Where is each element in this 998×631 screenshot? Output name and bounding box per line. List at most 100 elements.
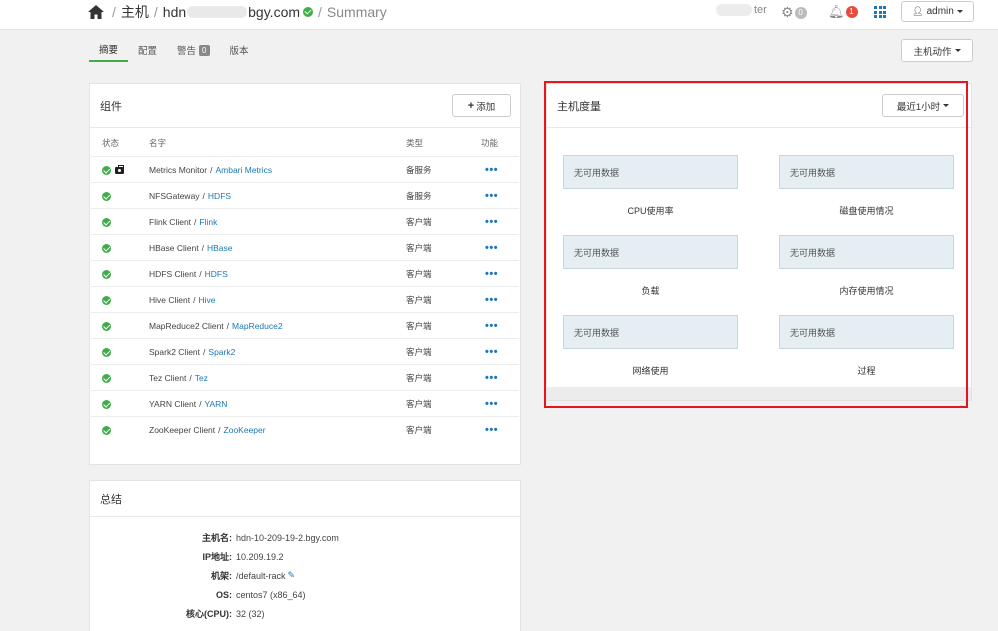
maintenance-briefcase-icon [115, 164, 124, 174]
table-row: YARN Client / YARN 客户端 ••• [91, 390, 519, 416]
no-data-text: 无可用数据 [574, 327, 620, 338]
tab-alerts[interactable]: 警告 0 [167, 40, 219, 62]
slash: / [202, 191, 205, 201]
service-link[interactable]: ZooKeeper [224, 425, 266, 435]
component-type: 客户端 [406, 425, 432, 435]
pencil-icon[interactable]: ✎ [288, 570, 296, 581]
host-status-ok-icon [303, 7, 314, 17]
component-name: MapReduce2 Client [149, 321, 224, 331]
tab-label: 警告 [177, 46, 197, 57]
slash: / [199, 399, 202, 409]
component-name-cell: MapReduce2 Client / MapReduce2 [149, 313, 283, 339]
component-name: HBase Client [149, 243, 199, 253]
status-ok-icon [102, 191, 111, 201]
summary-title: 总结 [100, 493, 122, 506]
service-link[interactable]: Spark2 [208, 347, 235, 357]
alerts-count-badge: 1 [845, 6, 858, 18]
metric-widget-processes[interactable]: 无可用数据 [779, 315, 954, 349]
summary-key: IP地址: [202, 552, 232, 562]
time-range-label: 最近1小时 [896, 101, 941, 113]
service-link[interactable]: MapReduce2 [232, 321, 283, 331]
component-name-cell: HDFS Client / HDFS [149, 261, 228, 287]
service-link[interactable]: Ambari Metrics [215, 165, 272, 175]
tab-configs[interactable]: 配置 [128, 40, 167, 62]
metric-widget-network[interactable]: 无可用数据 [563, 315, 738, 349]
component-actions-button[interactable]: ••• [485, 313, 498, 339]
more-icon: ••• [485, 268, 499, 280]
component-actions-button[interactable]: ••• [485, 209, 498, 235]
table-row: Tez Client / Tez 客户端 ••• [91, 364, 519, 390]
component-actions-button[interactable]: ••• [485, 235, 498, 261]
time-range-dropdown[interactable]: 最近1小时 [882, 94, 964, 117]
component-actions-button[interactable]: ••• [485, 391, 498, 417]
breadcrumb-current-page: Summary [326, 4, 387, 20]
component-actions-button[interactable]: ••• [485, 157, 498, 183]
summary-row: 机架: /default-rack ✎ [90, 566, 520, 585]
service-link[interactable]: Tez [195, 373, 208, 383]
host-metrics-title: 主机度量 [557, 100, 601, 113]
status-cell [102, 313, 111, 339]
host-tabs: 摘要 配置 警告 0 版本 [89, 40, 259, 62]
tab-versions[interactable]: 版本 [220, 40, 259, 62]
status-cell [102, 339, 111, 365]
component-actions-button[interactable]: ••• [485, 287, 498, 313]
table-row: ZooKeeper Client / ZooKeeper 客户端 ••• [91, 416, 519, 442]
status-ok-icon [102, 269, 111, 279]
breadcrumb-hosts-link[interactable]: 主机 [121, 2, 149, 22]
add-component-button[interactable]: + 添加 [452, 94, 511, 117]
metric-widget-disk[interactable]: 无可用数据 [779, 155, 954, 189]
more-icon: ••• [485, 320, 499, 332]
metric-widget-memory[interactable]: 无可用数据 [779, 235, 954, 269]
add-label: 添加 [476, 101, 496, 113]
table-row: HDFS Client / HDFS 客户端 ••• [91, 260, 519, 286]
table-row: Hive Client / Hive 客户端 ••• [91, 286, 519, 312]
component-type: 客户端 [406, 347, 432, 357]
component-actions-button[interactable]: ••• [485, 339, 498, 365]
more-icon: ••• [485, 216, 499, 228]
summary-key: 核心(CPU): [186, 609, 232, 619]
component-actions-button[interactable]: ••• [485, 261, 498, 287]
component-type: 客户端 [406, 373, 432, 383]
service-link[interactable]: HDFS [208, 191, 231, 201]
breadcrumb-host-prefix: hdn [162, 4, 187, 20]
status-cell [102, 391, 111, 417]
service-link[interactable]: HDFS [205, 269, 228, 279]
more-icon: ••• [485, 372, 499, 384]
user-name: admin [926, 6, 954, 17]
component-actions-button[interactable]: ••• [485, 417, 498, 443]
component-actions-button[interactable]: ••• [485, 365, 498, 391]
metric-widget-load[interactable]: 无可用数据 [563, 235, 738, 269]
service-link[interactable]: YARN [204, 399, 227, 409]
component-name-cell: Spark2 Client / Spark2 [149, 339, 235, 365]
host-actions-button[interactable]: 主机动作 [901, 39, 973, 62]
cluster-name[interactable]: ter [716, 4, 767, 16]
status-ok-icon [102, 243, 111, 253]
component-actions-button[interactable]: ••• [485, 183, 498, 209]
component-name: HDFS Client [149, 269, 197, 279]
apps-grid-button[interactable] [874, 6, 886, 18]
status-ok-icon [102, 295, 111, 305]
service-link[interactable]: Flink [199, 217, 217, 227]
slash: / [199, 269, 202, 279]
status-ok-icon [102, 399, 111, 409]
background-ops-button[interactable]: ⚙ 0 [781, 4, 807, 21]
metric-widget-cpu[interactable]: 无可用数据 [563, 155, 738, 189]
grid-icon [874, 6, 886, 18]
tab-summary[interactable]: 摘要 [89, 40, 129, 62]
status-cell [102, 365, 111, 391]
top-navbar: / 主机 / hdn bgy.com / Summary ter ⚙ 0 🔔︎ … [0, 0, 998, 30]
slash: / [194, 217, 197, 227]
home-icon[interactable] [88, 5, 104, 19]
user-menu-button[interactable]: 👤︎ admin [901, 1, 974, 22]
slash: / [193, 295, 196, 305]
more-icon: ••• [485, 294, 499, 306]
component-name: NFSGateway [149, 191, 200, 201]
component-name: Metrics Monitor [149, 165, 208, 175]
status-ok-icon [102, 321, 111, 331]
alerts-button[interactable]: 🔔︎ 1 [828, 4, 858, 20]
service-link[interactable]: HBase [207, 243, 233, 253]
status-cell [102, 287, 111, 313]
chevron-down-icon [954, 49, 961, 52]
status-ok-icon [102, 425, 111, 435]
service-link[interactable]: Hive [198, 295, 215, 305]
